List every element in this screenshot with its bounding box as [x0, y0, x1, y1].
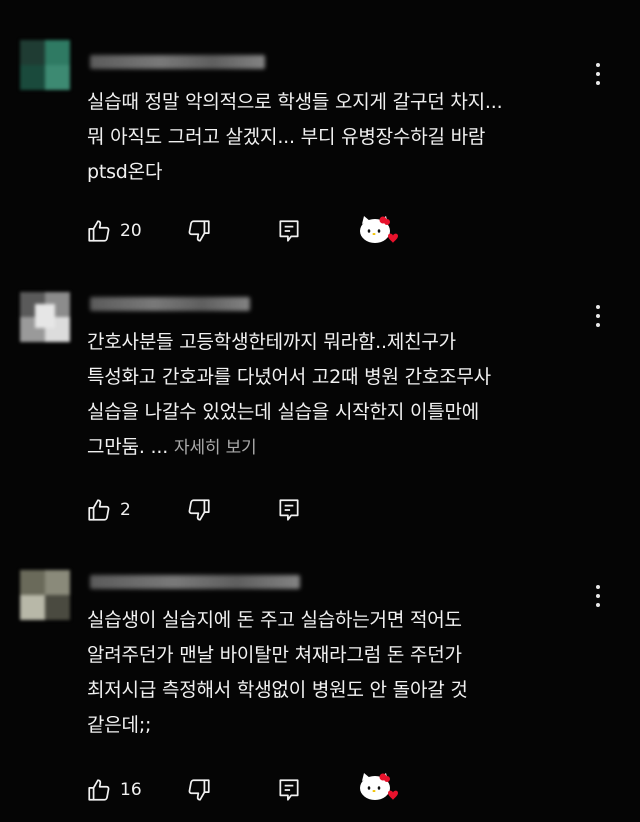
comment-line: 특성화고 간호과를 다녔어서 고2때 병원 간호조무사	[87, 366, 491, 388]
like-button[interactable]: 16	[86, 775, 142, 805]
like-count: 2	[120, 500, 131, 520]
creator-heart-button[interactable]	[358, 771, 400, 809]
comment-line: 간호사분들 고등학생한테까지 뭐라함..제친구가	[87, 331, 456, 353]
thumb-down-icon	[188, 779, 210, 801]
reply-icon	[279, 220, 299, 242]
reply-button[interactable]	[276, 495, 302, 525]
author-name-blurred[interactable]	[90, 575, 300, 589]
avatar[interactable]	[20, 570, 70, 620]
comment-line: 그만둠. ...	[87, 436, 169, 458]
more-vert-icon[interactable]	[588, 60, 608, 88]
comment-line: 뭐 아직도 그러고 살겠지... 부디 유병장수하길 바람	[87, 126, 486, 148]
comment-line: 알려주던가 맨날 바이탈만 쳐재라그럼 돈 주던가	[87, 644, 462, 666]
comment-actions: 2	[86, 495, 416, 525]
creator-heart-button[interactable]	[358, 214, 400, 252]
comment-text: 실습생이 실습지에 돈 주고 실습하는거면 적어도 알려주던가 맨날 바이탈만 …	[87, 603, 557, 743]
read-more-link[interactable]: 자세히 보기	[174, 438, 257, 458]
comment-text: 간호사분들 고등학생한테까지 뭐라함..제친구가 특성화고 간호과를 다녔어서 …	[87, 325, 557, 466]
creator-heart-icon	[360, 773, 398, 800]
comment-line-last: 그만둠. ... 자세히 보기	[87, 430, 557, 466]
thumb-up-icon	[88, 779, 110, 801]
creator-heart-icon	[360, 216, 398, 243]
like-button[interactable]: 2	[86, 495, 131, 525]
comment-actions: 16	[86, 773, 416, 805]
author-name-blurred[interactable]	[90, 297, 250, 311]
comment-line: 실습때 정말 악의적으로 학생들 오지게 갈구던 차지...	[87, 91, 503, 113]
avatar[interactable]	[20, 40, 70, 90]
comment-line: ptsd온다	[87, 161, 163, 183]
comment-actions: 20	[86, 216, 416, 246]
dislike-button[interactable]	[186, 495, 212, 525]
reply-icon	[279, 779, 299, 801]
more-vert-icon[interactable]	[588, 582, 608, 610]
thumb-down-icon	[188, 220, 210, 242]
comment-line: 최저시급 측정해서 학생없이 병원도 안 돌아갈 것	[87, 679, 468, 701]
comment-line: 같은데;;	[87, 714, 152, 736]
like-count: 16	[120, 780, 142, 800]
like-button[interactable]: 20	[86, 216, 142, 246]
thumb-down-icon	[188, 499, 210, 521]
reply-button[interactable]	[276, 775, 302, 805]
author-name-blurred[interactable]	[90, 55, 265, 69]
reply-button[interactable]	[276, 216, 302, 246]
comment-text: 실습때 정말 악의적으로 학생들 오지게 갈구던 차지... 뭐 아직도 그러고…	[87, 85, 557, 190]
comment-line: 실습을 나갈수 있었는데 실습을 시작한지 이틀만에	[87, 401, 480, 423]
dislike-button[interactable]	[186, 216, 212, 246]
reply-icon	[279, 499, 299, 521]
dislike-button[interactable]	[186, 775, 212, 805]
thumb-up-icon	[88, 220, 110, 242]
avatar[interactable]	[20, 292, 70, 342]
more-vert-icon[interactable]	[588, 302, 608, 330]
thumb-up-icon	[88, 499, 110, 521]
like-count: 20	[120, 221, 142, 241]
comment-line: 실습생이 실습지에 돈 주고 실습하는거면 적어도	[87, 609, 462, 631]
